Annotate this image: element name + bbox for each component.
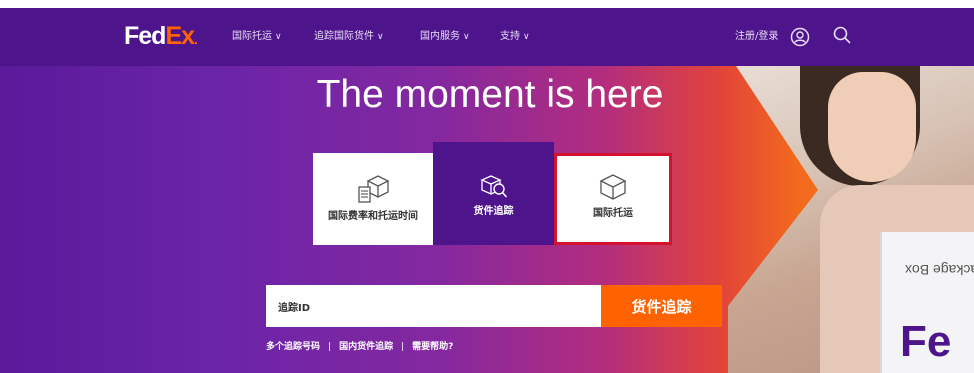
link-domestic-tracking[interactable]: 国内货件追踪	[339, 342, 393, 352]
chevron-down-icon: ∨	[523, 32, 530, 42]
link-separator: |	[328, 342, 332, 352]
tile-label: 国际托运	[593, 208, 633, 219]
nav-item-support[interactable]: 支持 ∨	[500, 30, 530, 44]
chevron-down-icon: ∨	[275, 32, 282, 42]
nav-item-track-international[interactable]: 追踪国际货件 ∨	[314, 30, 384, 44]
package-label-text: Package Box	[905, 262, 974, 278]
chevron-down-icon: ∨	[377, 32, 384, 42]
nav-item-label: 追踪国际货件	[314, 31, 374, 42]
nav-item-domestic-services[interactable]: 国内服务 ∨	[420, 30, 470, 44]
tracking-links: 多个追踪号码 | 国内货件追踪 | 需要帮助?	[266, 339, 453, 352]
tracking-id-input[interactable]: 追踪ID	[266, 285, 601, 327]
tile-rates-transit-times[interactable]: 国际费率和托运时间	[313, 153, 433, 245]
nav-item-international-shipping[interactable]: 国际托运 ∨	[232, 30, 282, 44]
package-box-icon	[599, 174, 627, 200]
hero-headline: The moment is here	[316, 73, 664, 116]
fedex-logo[interactable]: FedEx.	[124, 22, 198, 50]
logo-ex: Ex	[165, 22, 195, 50]
track-search-icon	[479, 175, 507, 198]
tile-label: 货件追踪	[473, 206, 514, 217]
track-shipment-button[interactable]: 货件追踪	[601, 285, 722, 327]
page: FedEx. 国际托运∨ 追踪国际货件∨ 国内服务∨ 支持∨ 注册/登录 Pac…	[0, 0, 974, 373]
link-multiple-tracking[interactable]: 多个追踪号码	[266, 342, 320, 352]
link-need-help[interactable]: 需要帮助?	[412, 342, 453, 352]
tile-label: 国际费率和托运时间	[328, 211, 418, 222]
tile-track-shipment[interactable]: 货件追踪	[433, 142, 554, 245]
package-brand-text: Fe	[900, 317, 952, 366]
nav-item-label: 支持	[500, 31, 520, 42]
tile-international-shipping[interactable]: 国际托运	[554, 153, 672, 245]
user-icon[interactable]	[790, 27, 810, 47]
logo-dot: .	[194, 31, 198, 47]
top-nav: FedEx. 国际托运 ∨ 追踪国际货件 ∨ 国内服务 ∨ 支持 ∨ 注册/登录	[0, 8, 974, 66]
link-separator: |	[401, 342, 405, 352]
logo-fed: Fed	[124, 22, 166, 50]
search-icon[interactable]	[832, 25, 852, 45]
nav-item-label: 国际托运	[232, 31, 272, 42]
photo-face	[828, 72, 916, 182]
login-link[interactable]: 注册/登录	[735, 30, 778, 44]
chevron-down-icon: ∨	[463, 32, 470, 42]
nav-item-label: 国内服务	[420, 31, 460, 42]
rate-box-icon	[358, 175, 390, 203]
